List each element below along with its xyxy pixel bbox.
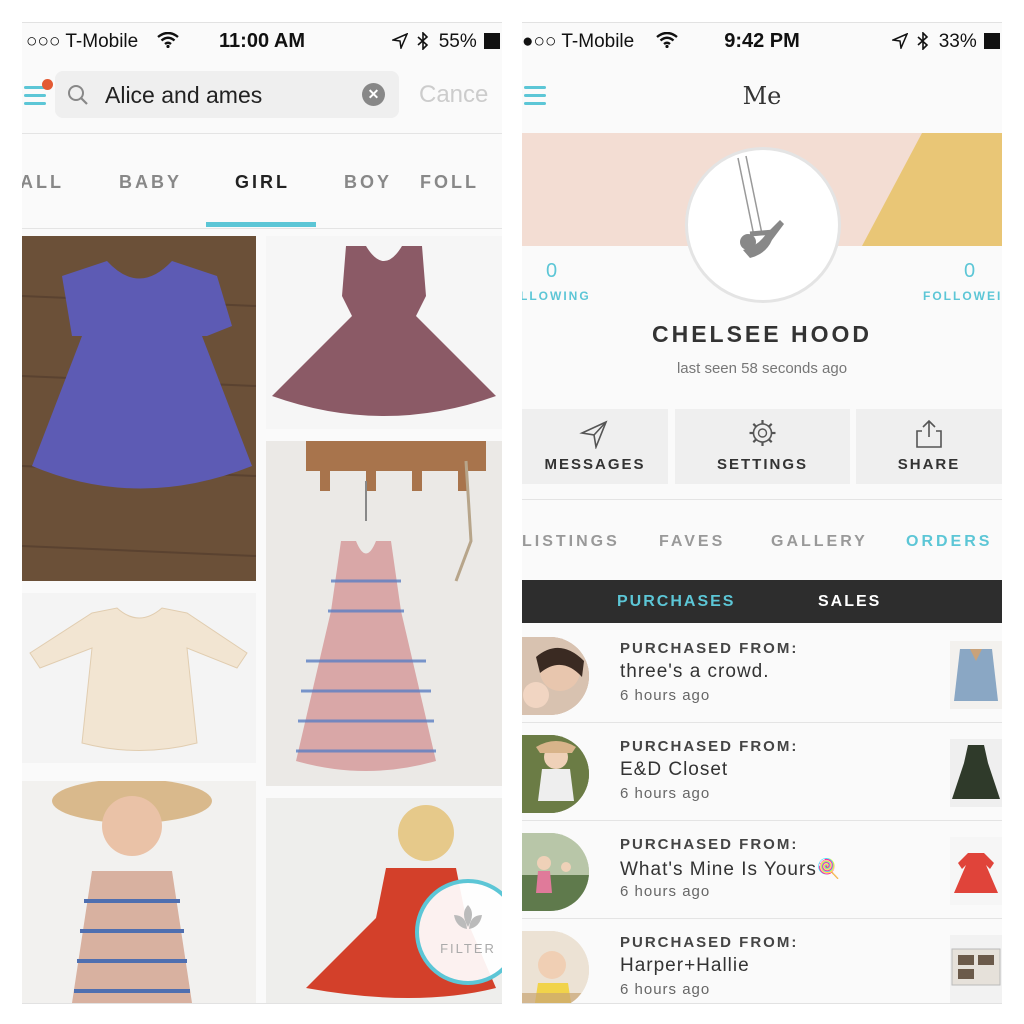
status-bar: ○○○ T-Mobile 11:00 AM 55% — [22, 23, 502, 61]
divider — [22, 133, 502, 134]
product-card[interactable] — [22, 593, 256, 763]
active-tab-indicator — [206, 222, 316, 227]
tab-baby[interactable]: BABY — [119, 172, 182, 193]
order-time: 6 hours ago — [620, 981, 711, 998]
settings-button[interactable]: SETTINGS — [675, 409, 850, 484]
location-arrow-icon — [890, 32, 909, 51]
item-thumbnail — [950, 641, 1002, 709]
followers-label[interactable]: FOLLOWEI — [923, 289, 1002, 303]
order-time: 6 hours ago — [620, 883, 711, 900]
share-button[interactable]: SHARE — [856, 409, 1002, 484]
product-card[interactable] — [266, 441, 502, 786]
gear-icon — [749, 420, 776, 446]
bluetooth-icon — [417, 31, 429, 51]
seller-name: E&D Closet — [620, 759, 729, 780]
order-row[interactable]: PURCHASED FROM: E&D Closet 6 hours ago — [522, 723, 1002, 821]
tab-faves[interactable]: FAVES — [659, 533, 725, 551]
tab-all[interactable]: ALL — [22, 172, 64, 193]
status-bar: ●○○ T-Mobile 9:42 PM 33% — [522, 23, 1002, 61]
order-time: 6 hours ago — [620, 687, 711, 704]
product-image — [266, 441, 502, 786]
product-card[interactable] — [22, 236, 256, 581]
seller-avatar — [522, 735, 589, 813]
avatar[interactable] — [685, 147, 841, 303]
battery-icon — [984, 33, 1000, 49]
seller-name: three's a crowd. — [620, 661, 770, 682]
product-image — [22, 781, 256, 1003]
seller-name: What's Mine Is Yours🍭 — [620, 859, 842, 880]
item-thumbnail — [950, 739, 1002, 807]
share-label: SHARE — [897, 456, 961, 473]
order-time: 6 hours ago — [620, 785, 711, 802]
tab-gallery[interactable]: GALLERY — [771, 533, 868, 551]
search-query: Alice and ames — [105, 82, 263, 108]
swing-icon — [737, 155, 784, 258]
order-title: PURCHASED FROM: — [620, 934, 799, 951]
battery-percent: 55% — [438, 31, 477, 52]
seller-name: Harper+Hallie — [620, 955, 750, 976]
seller-avatar — [522, 637, 589, 715]
tab-listings[interactable]: LISTINGS — [522, 533, 620, 551]
segment-sales[interactable]: SALES — [818, 593, 881, 611]
order-row[interactable]: PURCHASED FROM: What's Mine Is Yours🍭 6 … — [522, 821, 1002, 919]
filter-label: FILTER — [440, 941, 496, 956]
seller-avatar — [522, 931, 589, 1003]
tab-following[interactable]: FOLL — [420, 172, 479, 193]
clear-search-icon[interactable]: ✕ — [362, 83, 385, 106]
item-thumbnail — [950, 837, 1002, 905]
segment-purchases[interactable]: PURCHASES — [617, 593, 735, 611]
cancel-button[interactable]: Cance — [419, 81, 488, 109]
paper-plane-icon — [579, 420, 608, 449]
page-title: Me — [742, 82, 782, 110]
battery-percent: 33% — [938, 31, 977, 52]
divider — [22, 228, 502, 229]
messages-label: MESSAGES — [544, 456, 646, 473]
item-thumbnail — [950, 935, 1002, 1003]
profile-screen: ●○○ T-Mobile 9:42 PM 33% Me 0 LLOWING 0 … — [522, 22, 1002, 1004]
product-image — [22, 593, 256, 763]
product-image — [22, 236, 256, 581]
tab-boy[interactable]: BOY — [344, 172, 392, 193]
followers-count: 0 — [964, 260, 976, 282]
status-right: 33% — [890, 31, 1000, 53]
search-screen: ○○○ T-Mobile 11:00 AM 55% Alice and ames… — [22, 22, 502, 1004]
status-right: 55% — [390, 31, 500, 53]
notification-badge — [42, 79, 53, 90]
orders-segmented-control: PURCHASES SALES — [522, 580, 1002, 623]
tab-girl[interactable]: GIRL — [235, 172, 290, 193]
order-row[interactable]: PURCHASED FROM: Harper+Hallie 6 hours ag… — [522, 919, 1002, 1003]
battery-icon — [484, 33, 500, 49]
product-card[interactable] — [22, 781, 256, 1003]
search-icon — [68, 85, 88, 105]
profile-username: CHELSEE HOOD — [651, 321, 873, 347]
seller-avatar — [522, 833, 589, 911]
divider — [522, 499, 1002, 500]
following-label[interactable]: LLOWING — [522, 289, 591, 303]
menu-icon[interactable] — [24, 86, 46, 106]
last-seen-text: last seen 58 seconds ago — [676, 360, 848, 377]
search-input[interactable]: Alice and ames ✕ — [55, 71, 399, 118]
following-count: 0 — [546, 260, 558, 282]
messages-button[interactable]: MESSAGES — [522, 409, 668, 484]
bluetooth-icon — [917, 31, 929, 51]
order-title: PURCHASED FROM: — [620, 836, 799, 853]
product-card[interactable] — [266, 236, 502, 429]
tab-orders[interactable]: ORDERS — [906, 533, 992, 551]
location-arrow-icon — [390, 32, 409, 51]
order-title: PURCHASED FROM: — [620, 640, 799, 657]
order-title: PURCHASED FROM: — [620, 738, 799, 755]
product-image — [266, 236, 502, 429]
order-row[interactable]: PURCHASED FROM: three's a crowd. 6 hours… — [522, 625, 1002, 723]
share-icon — [916, 419, 942, 448]
leaf-icon — [454, 905, 482, 929]
settings-label: SETTINGS — [716, 456, 808, 473]
